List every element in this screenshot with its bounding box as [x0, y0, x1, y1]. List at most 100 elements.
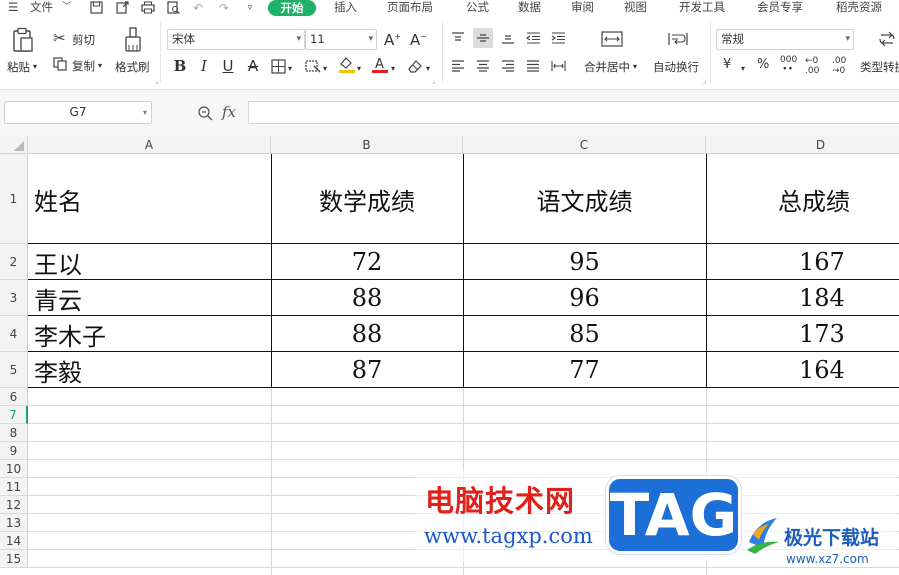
tab-docer-resources[interactable]: 稻壳资源: [836, 0, 882, 14]
merge-center-icon[interactable]: [600, 29, 624, 49]
italic-icon[interactable]: I: [194, 56, 214, 76]
select-all-corner[interactable]: [0, 136, 28, 154]
tab-review[interactable]: 审阅: [571, 0, 594, 14]
table-header-cell[interactable]: 总成绩: [706, 154, 899, 244]
row-header[interactable]: 8: [0, 424, 28, 442]
quick-access-dropdown-icon[interactable]: ▿: [242, 0, 258, 15]
align-top-icon[interactable]: [448, 28, 468, 48]
decrease-decimal-icon[interactable]: .00 →0: [832, 56, 846, 76]
menu-file[interactable]: 文件: [30, 0, 53, 14]
table-cell[interactable]: 87: [271, 352, 463, 388]
justify-icon[interactable]: [523, 56, 543, 76]
paste-icon[interactable]: [10, 26, 36, 54]
clear-dropdown-icon[interactable]: ▾: [426, 62, 430, 76]
chevron-down-icon[interactable]: ﹀: [62, 0, 71, 14]
row-header[interactable]: 5: [0, 352, 28, 388]
table-cell[interactable]: 王以: [28, 244, 271, 280]
format-painter-icon[interactable]: [122, 26, 144, 54]
table-header-cell[interactable]: 数学成绩: [271, 154, 463, 244]
hamburger-menu-icon[interactable]: ☰: [8, 0, 18, 14]
font-color-dropdown-icon[interactable]: ▾: [391, 62, 395, 76]
table-cell[interactable]: 77: [463, 352, 706, 388]
row-header[interactable]: 7: [0, 406, 28, 424]
decrease-indent-icon[interactable]: [523, 28, 543, 48]
copy-icon[interactable]: [52, 56, 68, 72]
currency-dropdown-icon[interactable]: ▾: [741, 62, 745, 76]
worksheet-grid[interactable]: A B C D 1 2 3 4 5 6 7 8 9 10 11 12 13 14 15 姓名 数学成绩 语文成绩…: [0, 136, 899, 575]
align-bottom-icon[interactable]: [498, 28, 518, 48]
borders-icon[interactable]: [268, 56, 288, 76]
wrap-text-icon[interactable]: [666, 29, 690, 49]
table-cell[interactable]: 88: [271, 280, 463, 316]
row-header[interactable]: 3: [0, 280, 28, 316]
clipboard-launcher-icon[interactable]: ⌟: [155, 74, 158, 88]
copy-dropdown-icon[interactable]: ▾: [98, 59, 102, 73]
cell-style-dropdown-icon[interactable]: ▾: [323, 62, 327, 76]
table-cell[interactable]: 164: [706, 352, 899, 388]
align-right-icon[interactable]: [498, 56, 518, 76]
fill-color-icon[interactable]: [337, 54, 357, 74]
column-header-d[interactable]: D: [706, 136, 899, 154]
tab-data[interactable]: 数据: [518, 0, 541, 14]
tab-page-layout[interactable]: 页面布局: [387, 0, 433, 14]
cell-style-icon[interactable]: [303, 56, 323, 76]
table-cell[interactable]: 184: [706, 280, 899, 316]
distributed-align-icon[interactable]: [548, 56, 568, 76]
save-icon[interactable]: [88, 0, 104, 15]
row-header[interactable]: 15: [0, 550, 28, 568]
row-header[interactable]: 12: [0, 496, 28, 514]
zoom-magnifier-icon[interactable]: [196, 104, 214, 122]
print-preview-icon[interactable]: [165, 0, 181, 15]
column-header-c[interactable]: C: [463, 136, 706, 154]
table-cell[interactable]: 96: [463, 280, 706, 316]
column-header-a[interactable]: A: [28, 136, 271, 154]
table-cell[interactable]: 85: [463, 316, 706, 352]
bold-icon[interactable]: B: [170, 56, 190, 76]
tab-view[interactable]: 视图: [624, 0, 647, 14]
increase-font-size-icon[interactable]: A+: [384, 30, 401, 48]
table-cell[interactable]: 167: [706, 244, 899, 280]
number-format-select[interactable]: 常规 ▾: [716, 29, 854, 50]
copy-button[interactable]: 复制: [72, 59, 95, 73]
paste-dropdown-icon[interactable]: ▾: [33, 60, 37, 74]
tab-member[interactable]: 会员专享: [757, 0, 803, 14]
row-header[interactable]: 4: [0, 316, 28, 352]
table-header-cell[interactable]: 语文成绩: [463, 154, 706, 244]
increase-indent-icon[interactable]: [548, 28, 568, 48]
table-cell[interactable]: 95: [463, 244, 706, 280]
tab-insert[interactable]: 插入: [334, 0, 357, 14]
font-color-icon[interactable]: A: [370, 54, 390, 74]
undo-icon[interactable]: ↶: [190, 0, 206, 15]
table-cell[interactable]: 173: [706, 316, 899, 352]
export-icon[interactable]: [114, 0, 130, 15]
merge-center-dropdown-icon[interactable]: ▾: [633, 60, 637, 74]
name-box[interactable]: G7 ▾: [4, 101, 152, 124]
column-header-b[interactable]: B: [271, 136, 463, 154]
redo-icon[interactable]: ↷: [216, 0, 232, 15]
row-header[interactable]: 10: [0, 460, 28, 478]
type-convert-icon[interactable]: [876, 29, 898, 49]
row-header[interactable]: 2: [0, 244, 28, 280]
formula-input[interactable]: [248, 101, 899, 124]
font-launcher-icon[interactable]: ⌟: [432, 74, 435, 88]
table-cell[interactable]: 李木子: [28, 316, 271, 352]
row-header[interactable]: 14: [0, 532, 28, 550]
tab-developer[interactable]: 开发工具: [679, 0, 725, 14]
paste-button[interactable]: 粘贴: [7, 60, 30, 74]
borders-dropdown-icon[interactable]: ▾: [288, 62, 292, 76]
row-header[interactable]: 6: [0, 388, 28, 406]
tab-start[interactable]: 开始: [268, 0, 316, 16]
font-size-select[interactable]: 11 ▾: [305, 29, 377, 50]
currency-format-button[interactable]: ¥: [723, 58, 731, 72]
wrap-text-button[interactable]: 自动换行: [653, 60, 699, 74]
align-middle-icon[interactable]: [473, 28, 493, 48]
tab-formulas[interactable]: 公式: [466, 0, 489, 14]
table-cell[interactable]: 李毅: [28, 352, 271, 388]
table-cell[interactable]: 青云: [28, 280, 271, 316]
table-cell[interactable]: 88: [271, 316, 463, 352]
font-name-select[interactable]: 宋体 ▾: [167, 29, 305, 50]
name-box-dropdown-icon[interactable]: ▾: [143, 102, 147, 123]
table-header-cell[interactable]: 姓名: [28, 154, 271, 244]
print-icon[interactable]: [140, 0, 156, 15]
underline-icon[interactable]: U: [218, 56, 238, 76]
